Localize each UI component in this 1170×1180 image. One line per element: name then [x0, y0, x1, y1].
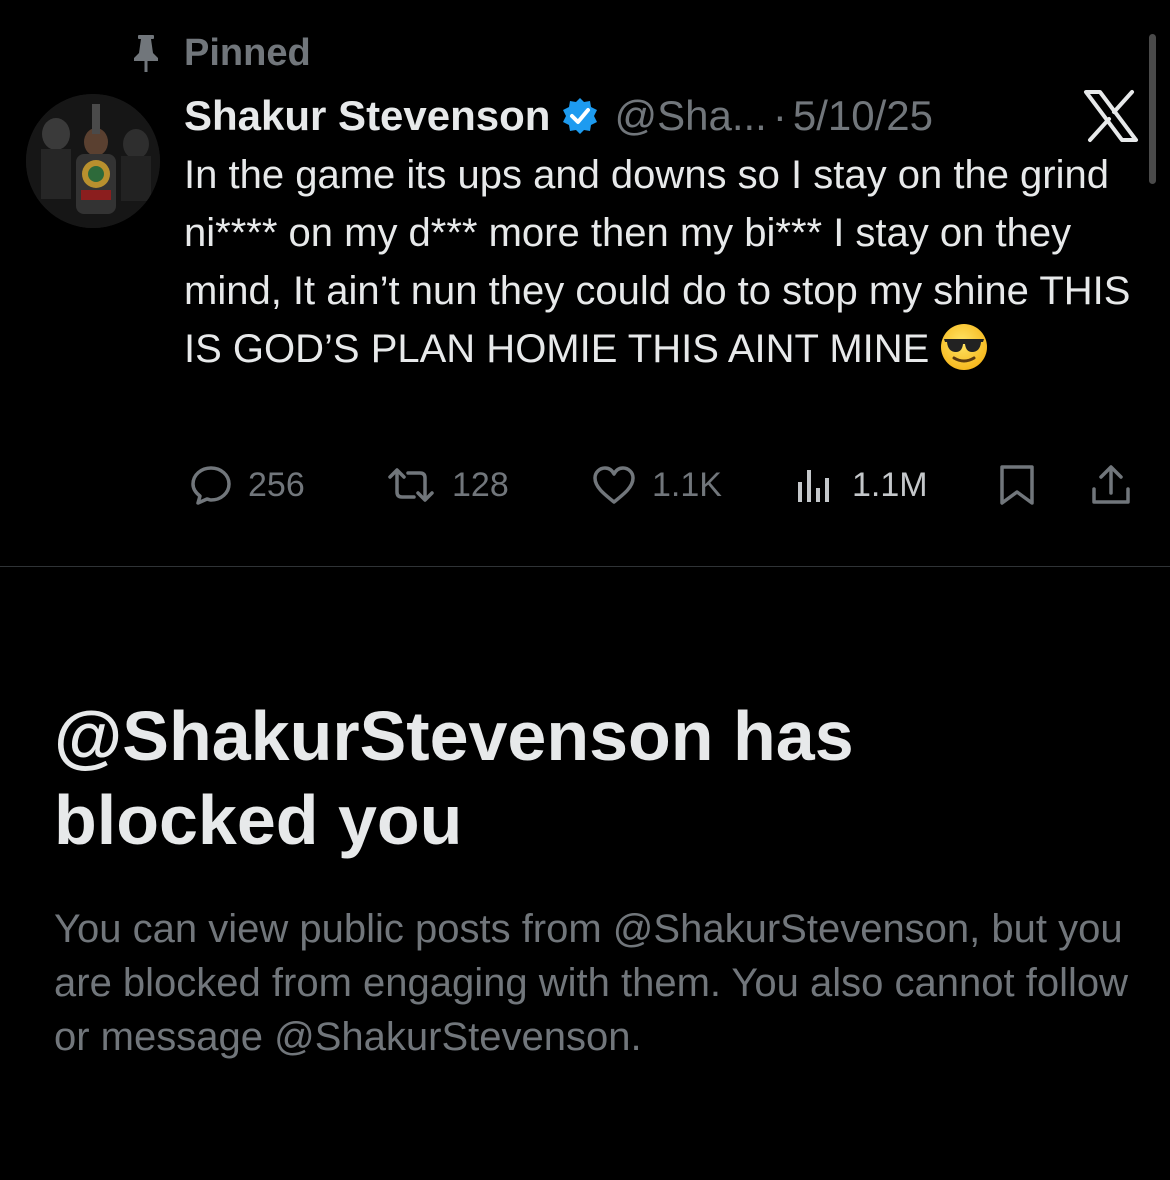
repost-count: 128 — [452, 465, 509, 504]
tweet-actions: 256 128 1.1K 1.1M — [0, 460, 1170, 510]
like-count: 1.1K — [652, 465, 722, 504]
bookmark-icon — [994, 462, 1040, 508]
tweet-header: Shakur Stevenson @Sha... · 5/10/25 — [184, 88, 933, 144]
handle[interactable]: @Sha... — [614, 92, 766, 140]
reply-count: 256 — [248, 465, 305, 504]
heart-icon — [590, 462, 638, 508]
pinned-label: Pinned — [184, 31, 311, 74]
repost-button[interactable]: 128 — [384, 460, 509, 510]
views-chart-icon — [792, 462, 838, 508]
views-button[interactable]: 1.1M — [792, 460, 928, 510]
blocked-description: You can view public posts from @ShakurSt… — [54, 907, 1129, 1059]
separator-dot: · — [772, 92, 787, 139]
reply-button[interactable]: 256 — [188, 460, 305, 510]
avatar[interactable] — [26, 94, 160, 228]
verified-badge-icon — [560, 96, 600, 136]
sunglasses-emoji-icon — [939, 322, 989, 372]
x-logo-icon — [1082, 88, 1140, 144]
display-name[interactable]: Shakur Stevenson — [184, 92, 550, 140]
blocked-title: @ShakurStevenson has blocked you — [54, 697, 854, 859]
reply-icon — [188, 462, 234, 508]
post-date[interactable]: 5/10/25 — [793, 92, 933, 140]
share-button[interactable] — [1088, 460, 1134, 510]
scrollbar[interactable] — [1149, 34, 1156, 184]
tweet-text: In the game its ups and downs so I stay … — [184, 146, 1134, 378]
share-icon — [1088, 462, 1134, 508]
like-button[interactable]: 1.1K — [590, 460, 722, 510]
divider — [0, 566, 1170, 567]
bookmark-button[interactable] — [994, 460, 1040, 510]
pinned-indicator: Pinned — [128, 28, 311, 78]
repost-icon — [384, 462, 438, 508]
pin-icon — [128, 33, 164, 73]
views-count: 1.1M — [852, 465, 928, 504]
